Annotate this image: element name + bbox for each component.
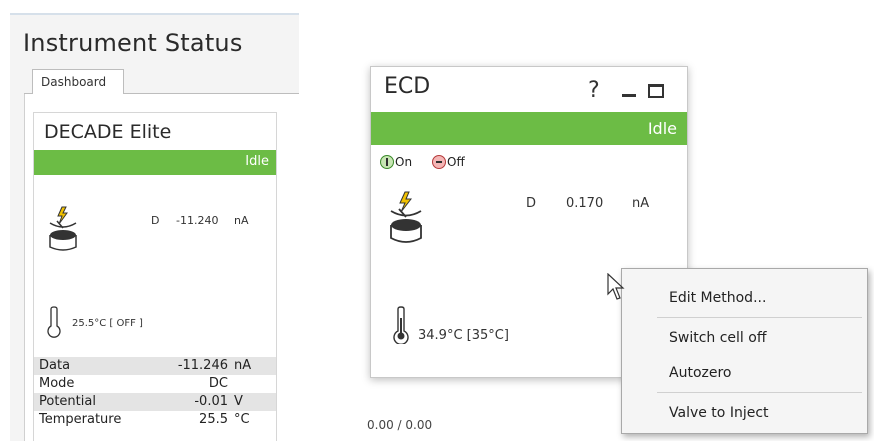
menu-separator	[657, 317, 862, 318]
decade-reading-unit: nA	[234, 214, 249, 227]
ecd-reading-unit: nA	[632, 196, 650, 211]
ecd-status-bar: Idle	[371, 112, 687, 145]
power-off-icon	[432, 155, 446, 169]
tab-dashboard[interactable]: Dashboard	[32, 69, 124, 94]
decade-temperature: 25.5°C [ OFF ]	[72, 318, 143, 329]
table-row: Potential -0.01 V	[34, 393, 276, 411]
page-title: Instrument Status	[23, 29, 243, 57]
off-label: Off	[447, 155, 465, 169]
row-label: Potential	[39, 394, 96, 409]
menu-item-valve-to-inject[interactable]: Valve to Inject	[669, 405, 769, 421]
cell-lightning-icon	[390, 191, 422, 243]
decade-card-title: DECADE Elite	[44, 121, 172, 143]
row-label: Data	[39, 358, 71, 373]
ecd-channel-label: D	[526, 196, 537, 211]
panel-top-border	[10, 13, 299, 15]
thermometer-icon	[393, 306, 409, 344]
cell-lightning-icon	[49, 206, 77, 251]
decade-reading-value: -11.240	[176, 214, 219, 227]
thermometer-icon	[47, 306, 61, 338]
row-value: DC	[208, 376, 228, 391]
maximize-icon[interactable]	[648, 84, 664, 98]
menu-item-autozero[interactable]: Autozero	[669, 365, 731, 381]
minimize-icon[interactable]	[622, 94, 636, 97]
table-row: Data -11.246 nA	[34, 357, 276, 375]
row-value: -11.246	[177, 358, 228, 373]
progress-readout: 0.00 / 0.00	[367, 418, 433, 432]
power-on-icon	[380, 155, 394, 169]
table-row: Temperature 25.5 °C	[34, 411, 276, 429]
row-unit: nA	[234, 358, 252, 373]
menu-item-edit-method[interactable]: Edit Method...	[669, 290, 766, 306]
row-label: Mode	[39, 376, 75, 391]
ecd-window-title: ECD	[384, 74, 431, 99]
help-button[interactable]: ?	[588, 78, 600, 103]
menu-item-switch-cell-off[interactable]: Switch cell off	[669, 330, 767, 346]
decade-status-bar: Idle	[34, 150, 276, 175]
row-label: Temperature	[39, 412, 122, 427]
row-unit: °C	[234, 412, 250, 427]
decade-status-label: Idle	[245, 154, 269, 169]
ecd-reading-value: 0.170	[566, 196, 604, 211]
row-unit: V	[234, 394, 243, 409]
ecd-status-label: Idle	[647, 119, 677, 138]
row-value: -0.01	[194, 394, 228, 409]
decade-channel-label: D	[151, 214, 160, 227]
table-row: Mode DC	[34, 375, 276, 393]
menu-separator	[657, 392, 862, 393]
mouse-cursor-icon	[607, 273, 625, 300]
ecd-temperature: 34.9°C [35°C]	[418, 328, 509, 343]
on-label: On	[395, 155, 413, 169]
row-value: 25.5	[199, 412, 228, 427]
context-menu: Edit Method... Switch cell off Autozero …	[621, 268, 868, 434]
